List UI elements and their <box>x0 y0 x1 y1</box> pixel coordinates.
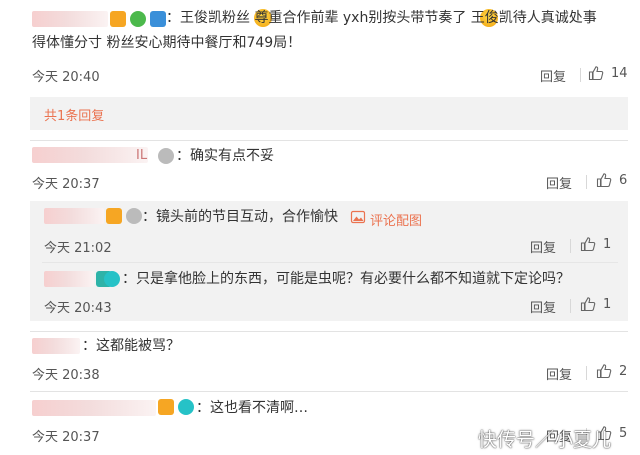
medal-badge-icon <box>126 208 142 224</box>
comment-image-link[interactable]: 评论配图 <box>370 210 422 229</box>
view-replies-link[interactable]: 共1条回复 <box>44 105 104 124</box>
reply-button[interactable]: 回复 <box>530 297 556 316</box>
sub-reply-text: ：只是拿他脸上的东西，可能是虫呢？有必要什么都不知道就下定论吗？ <box>122 271 570 287</box>
comment-time: 今天 20:37 <box>32 177 100 192</box>
blurred-username[interactable] <box>32 11 108 27</box>
vip-badge-icon <box>158 399 174 415</box>
like-count: 6 <box>619 173 628 188</box>
sub-reply-time: 今天 20:43 <box>44 301 112 316</box>
blurred-username[interactable] <box>32 147 148 163</box>
thumbs-up-icon[interactable] <box>596 172 612 188</box>
comment-time: 今天 20:40 <box>32 70 100 85</box>
vip-badge-icon <box>106 208 122 224</box>
divider <box>570 299 571 313</box>
divider <box>580 68 581 82</box>
thumbs-up-icon[interactable] <box>580 236 596 252</box>
blurred-username[interactable] <box>44 271 94 287</box>
reply-button[interactable]: 回复 <box>546 173 572 192</box>
blue-badge-icon <box>150 11 166 27</box>
comment-text: ：这也看不清啊… <box>196 400 308 416</box>
thumbs-up-icon[interactable] <box>588 65 604 81</box>
username-suffix: IL <box>136 148 148 163</box>
comment-divider <box>30 331 628 332</box>
replies-panel <box>30 97 628 130</box>
image-icon[interactable] <box>350 209 366 225</box>
camera-badge-icon <box>178 399 194 415</box>
comment-divider <box>30 391 628 392</box>
thumbs-up-icon[interactable] <box>596 363 612 379</box>
reply-button[interactable]: 回复 <box>540 66 566 85</box>
like-count: 14 <box>611 66 628 81</box>
reply-button[interactable]: 回复 <box>530 237 556 256</box>
comment-time: 今天 20:37 <box>32 430 100 445</box>
medal-badge-icon <box>158 148 174 164</box>
like-count: 1 <box>603 297 612 312</box>
comment-text-continued: 得体懂分寸 粉丝安心期待中餐厅和749局！ <box>32 35 302 51</box>
blurred-username[interactable] <box>32 338 80 354</box>
camera-badge-icon <box>104 271 120 287</box>
comment-text: ：王俊凯粉丝 尊重合作前辈 yxh别按头带节奏了 王俊凯待人真诚处事 <box>166 10 597 26</box>
like-count: 2 <box>619 364 628 379</box>
sub-reply-text: ：镜头前的节目互动，合作愉快 <box>142 209 338 225</box>
divider <box>586 175 587 189</box>
comment-text: ：这都能被骂？ <box>82 338 180 354</box>
comment-divider <box>30 140 628 141</box>
sub-reply-divider <box>42 262 618 263</box>
vip-badge-icon <box>110 11 126 27</box>
comment-time: 今天 20:38 <box>32 368 100 383</box>
green-badge-icon <box>130 11 146 27</box>
thumbs-up-icon[interactable] <box>580 296 596 312</box>
comment-text: ：确实有点不妥 <box>176 148 274 164</box>
like-count: 1 <box>603 237 612 252</box>
reply-button[interactable]: 回复 <box>546 364 572 383</box>
sub-reply-time: 今天 21:02 <box>44 241 112 256</box>
divider <box>570 239 571 253</box>
blurred-username[interactable] <box>44 208 104 224</box>
divider <box>586 366 587 380</box>
like-count: 5 <box>619 426 628 441</box>
watermark: 快传号／小夏儿 <box>478 429 612 451</box>
blurred-username[interactable] <box>32 400 156 416</box>
